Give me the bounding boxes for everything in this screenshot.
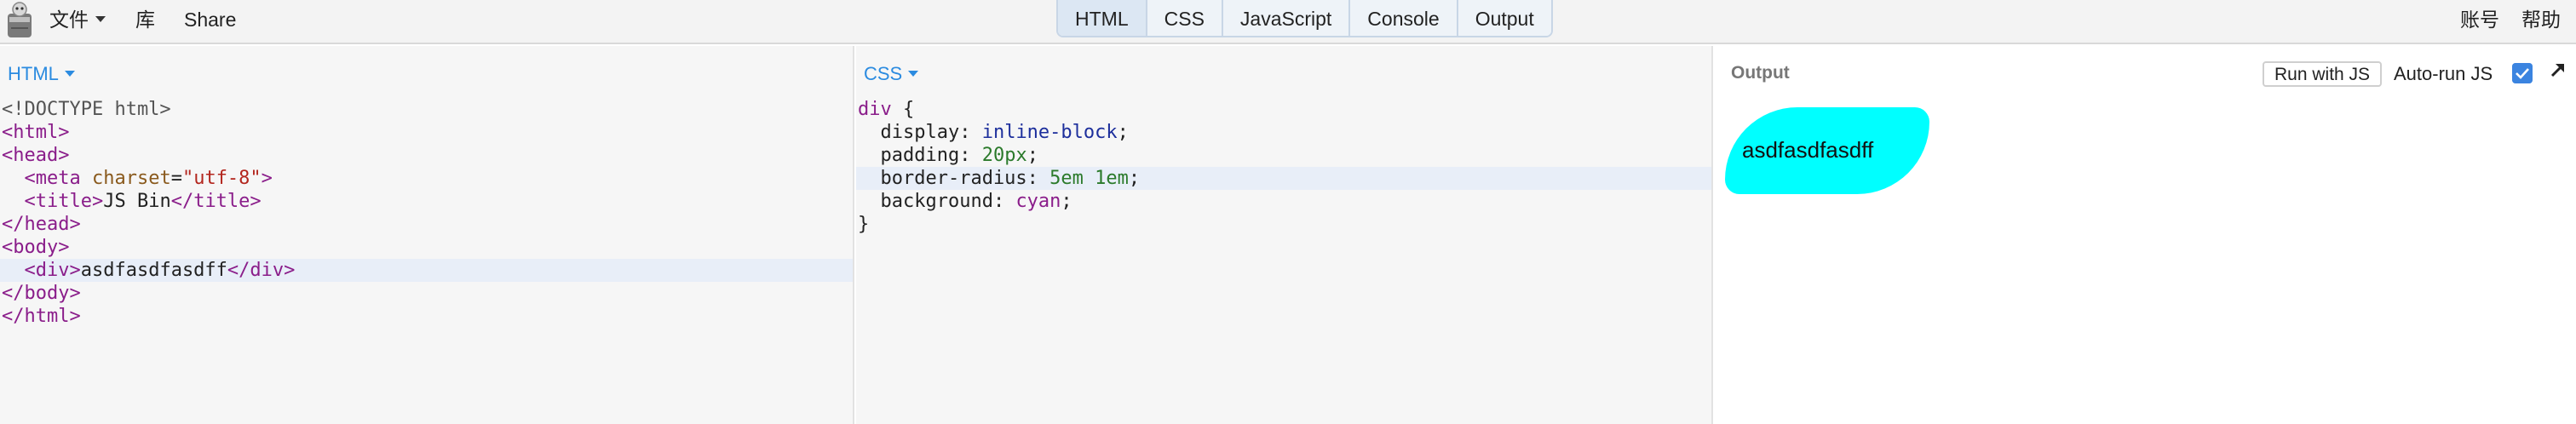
html-code-token: <html>	[2, 122, 70, 143]
css-code-editor[interactable]: div { display: inline-block; padding: 20…	[856, 98, 1711, 236]
html-code-token	[2, 168, 25, 189]
html-code-token: "utf-8"	[181, 168, 262, 189]
html-code-line[interactable]: </head>	[0, 213, 853, 236]
css-code-token: inline-block	[981, 122, 1118, 143]
css-code-token: padding:	[858, 145, 982, 166]
css-code-line[interactable]: background: cyan;	[856, 190, 1711, 213]
html-editor-panel[interactable]: HTML <!DOCTYPE html> <html> <head> <meta c…	[0, 46, 854, 424]
top-menu-bar: 文件 库 Share HTML CSS JavaScript Console O…	[0, 0, 2576, 44]
html-code-token	[2, 191, 25, 212]
html-code-line[interactable]: <head>	[0, 144, 853, 167]
tab-output[interactable]: Output	[1456, 0, 1551, 36]
html-code-line[interactable]: <meta charset="utf-8">	[0, 167, 853, 190]
tab-html[interactable]: HTML	[1058, 0, 1146, 36]
css-panel-label-text: CSS	[864, 63, 903, 84]
html-code-token: >	[261, 168, 273, 189]
tab-console[interactable]: Console	[1348, 0, 1457, 36]
html-code-line[interactable]: <html>	[0, 121, 853, 144]
css-code-token: border-radius:	[858, 168, 1050, 189]
output-panel: Output Run with JS Auto-run JS asdfasdfa…	[1715, 46, 2576, 424]
file-menu-label: 文件	[49, 9, 89, 31]
css-code-token: 20px	[981, 145, 1027, 166]
html-code-editor[interactable]: <!DOCTYPE html> <html> <head> <meta charse…	[0, 98, 853, 328]
html-code-token: <!DOCTYPE html>	[2, 99, 171, 120]
chevron-down-icon	[908, 70, 919, 77]
html-code-token: JS Bin	[103, 191, 171, 212]
run-with-js-button[interactable]: Run with JS	[2263, 61, 2383, 87]
html-code-line[interactable]: </body>	[0, 282, 853, 305]
css-code-token: {	[891, 99, 915, 120]
library-menu[interactable]: 库	[135, 9, 155, 31]
html-code-token: <body>	[2, 237, 70, 258]
html-code-token: <div>	[24, 260, 81, 281]
html-code-token: <head>	[2, 145, 70, 166]
html-panel-label[interactable]: HTML	[8, 63, 75, 85]
css-code-line[interactable]: div {	[856, 98, 1711, 121]
html-code-line[interactable]: </html>	[0, 305, 853, 328]
help-menu[interactable]: 帮助	[2521, 9, 2561, 31]
css-code-token: background:	[858, 191, 1016, 212]
chevron-down-icon	[95, 16, 106, 23]
css-editor-panel[interactable]: CSS div { display: inline-block; padding…	[856, 46, 1713, 424]
panel-tabs: HTML CSS JavaScript Console Output	[1056, 0, 1553, 37]
css-code-token: ;	[1128, 168, 1141, 189]
html-code-line[interactable]: <!DOCTYPE html>	[0, 98, 853, 121]
css-code-line[interactable]: padding: 20px;	[856, 144, 1711, 167]
css-code-token: cyan	[1015, 191, 1061, 212]
output-panel-label: Output	[1731, 63, 1790, 83]
html-code-token: asdfasdfasdff	[80, 260, 227, 281]
html-code-token: </body>	[2, 283, 81, 304]
jsbin-logo-icon[interactable]	[5, 2, 34, 39]
css-code-token: ;	[1117, 122, 1129, 143]
css-code-token: }	[858, 214, 870, 235]
html-code-line[interactable]: <body>	[0, 236, 853, 259]
autorun-label: Auto-run JS	[2394, 63, 2493, 84]
css-code-line[interactable]: border-radius: 5em 1em;	[856, 167, 1711, 190]
css-code-line[interactable]: display: inline-block;	[856, 121, 1711, 144]
tab-javascript[interactable]: JavaScript	[1221, 0, 1349, 36]
html-code-token: charset	[91, 168, 171, 189]
tab-css[interactable]: CSS	[1145, 0, 1222, 36]
html-code-token: <meta	[24, 168, 92, 189]
css-code-token: ;	[1026, 145, 1038, 166]
html-panel-label-text: HTML	[8, 63, 59, 84]
html-code-token: </html>	[2, 306, 81, 327]
share-menu[interactable]: Share	[184, 9, 236, 31]
html-code-line[interactable]: <title>JS Bin</title>	[0, 190, 853, 213]
css-code-token: ;	[1061, 191, 1072, 212]
rendered-output-div: asdfasdfasdff	[1725, 107, 1929, 194]
html-code-token: </div>	[227, 260, 296, 281]
html-code-token: </head>	[2, 214, 81, 235]
css-panel-label[interactable]: CSS	[864, 63, 919, 85]
autorun-checkbox[interactable]	[2512, 63, 2533, 83]
html-code-token	[2, 260, 25, 281]
css-code-token: div	[858, 99, 892, 120]
css-code-line[interactable]: }	[856, 213, 1711, 236]
account-menu[interactable]: 账号	[2460, 9, 2499, 31]
html-code-token: =	[170, 168, 182, 189]
html-code-token: <title>	[24, 191, 104, 212]
popout-arrow-icon[interactable]	[2548, 60, 2568, 80]
css-code-token: display:	[858, 122, 982, 143]
html-code-line[interactable]: <div>asdfasdfasdff</div>	[0, 259, 853, 282]
file-menu[interactable]: 文件	[49, 9, 106, 31]
chevron-down-icon	[64, 70, 75, 77]
css-code-token: 5em 1em	[1049, 168, 1129, 189]
html-code-token: </title>	[170, 191, 262, 212]
